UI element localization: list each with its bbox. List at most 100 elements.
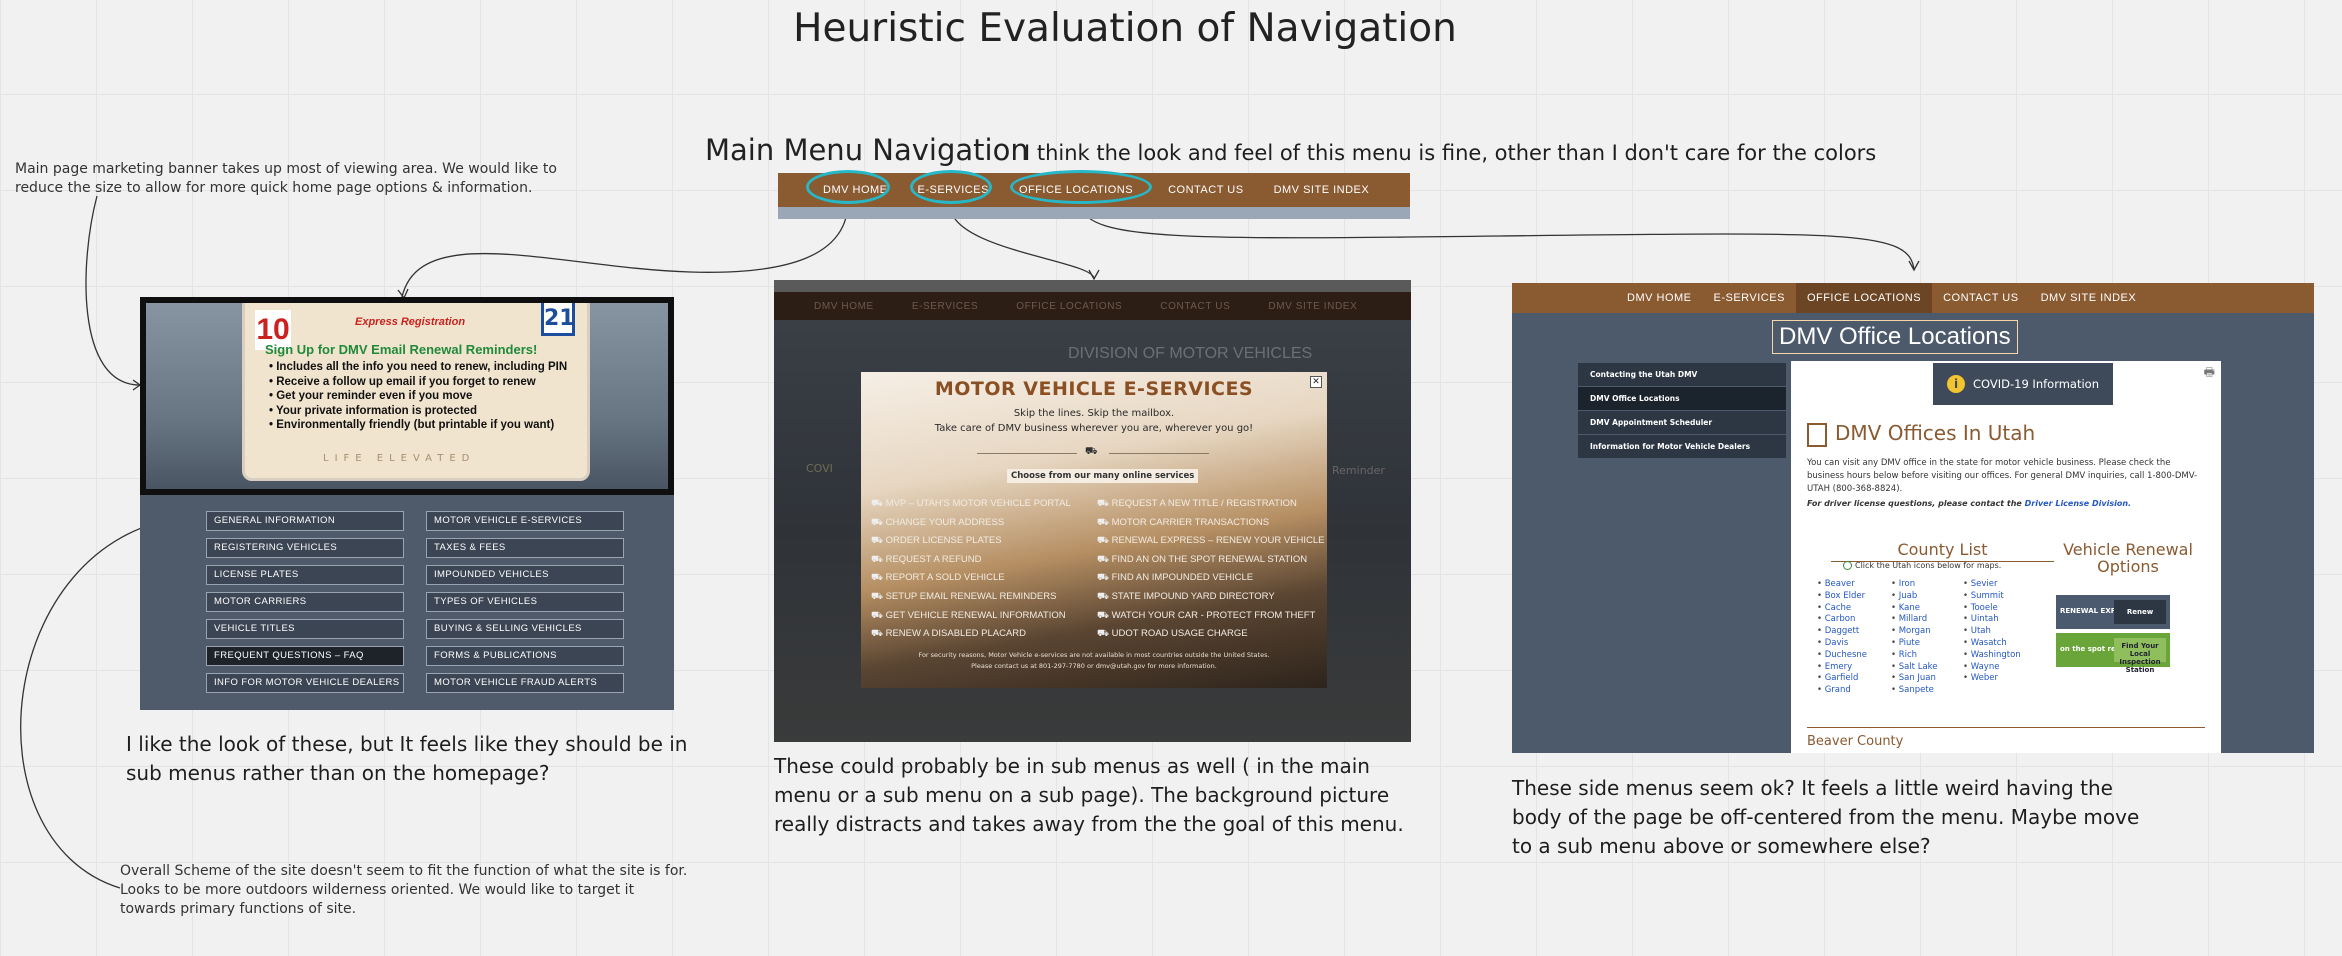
- county-link[interactable]: Morgan: [1891, 626, 1938, 638]
- btn-buying-selling[interactable]: BUYING & SELLING VEHICLES: [426, 619, 624, 639]
- county-link[interactable]: Cache: [1817, 603, 1867, 615]
- nav3-e-services[interactable]: E-SERVICES: [1703, 283, 1796, 313]
- btn-general-information[interactable]: GENERAL INFORMATION: [206, 511, 404, 531]
- modal-fine-print: For security reasons, Motor Vehicle e-se…: [861, 650, 1327, 672]
- side-menu: Contacting the Utah DMV DMV Office Locat…: [1578, 363, 1786, 459]
- btn-types-of-vehicles[interactable]: TYPES OF VEHICLES: [426, 592, 624, 612]
- office-locations-comment: These side menus seem ok? It feels a lit…: [1512, 776, 2140, 858]
- bullet: Your private information is protected: [269, 404, 567, 419]
- county-link[interactable]: Garfield: [1817, 673, 1867, 685]
- county-link[interactable]: Iron: [1891, 579, 1938, 591]
- side-item-dealers[interactable]: Information for Motor Vehicle Dealers: [1578, 435, 1786, 459]
- highlight-office-locations: [1010, 170, 1152, 204]
- nav3-site-index[interactable]: DMV SITE INDEX: [2030, 283, 2148, 313]
- county-link[interactable]: Emery: [1817, 662, 1867, 674]
- modal-sub2: Take care of DMV business wherever you a…: [934, 423, 1254, 434]
- service-link[interactable]: CHANGE YOUR ADDRESS: [871, 514, 1071, 533]
- renewal-express-banner[interactable]: RENEWAL EXPRESS Renew Online: [2056, 595, 2170, 640]
- service-link[interactable]: REQUEST A REFUND: [871, 551, 1071, 570]
- county-link[interactable]: Piute: [1891, 638, 1938, 650]
- service-link[interactable]: REQUEST A NEW TITLE / REGISTRATION: [1097, 495, 1325, 514]
- service-link[interactable]: FIND AN ON THE SPOT RENEWAL STATION: [1097, 551, 1325, 570]
- fine-line-1: For security reasons, Motor Vehicle e-se…: [918, 651, 1270, 659]
- renew-online-button[interactable]: Renew Online: [2114, 600, 2166, 640]
- county-link[interactable]: Box Elder: [1817, 591, 1867, 603]
- county-link[interactable]: Rich: [1891, 650, 1938, 662]
- signup-bullets: Includes all the info you need to renew,…: [269, 360, 567, 433]
- btn-faq[interactable]: FREQUENT QUESTIONS – FAQ: [206, 646, 404, 666]
- service-link[interactable]: REPORT A SOLD VEHICLE: [871, 569, 1071, 588]
- service-link[interactable]: FIND AN IMPOUNDED VEHICLE: [1097, 569, 1325, 588]
- btn-vehicle-titles[interactable]: VEHICLE TITLES: [206, 619, 404, 639]
- on-the-spot-banner[interactable]: on the spot renewal Find Your Local Insp…: [2056, 633, 2170, 674]
- service-link[interactable]: MOTOR CARRIER TRANSACTIONS: [1097, 514, 1325, 533]
- driver-license-link[interactable]: Driver License Division.: [2025, 499, 2131, 508]
- nav-dmv-site-index[interactable]: DMV SITE INDEX: [1259, 184, 1385, 196]
- btn-dealer-info[interactable]: INFO FOR MOTOR VEHICLE DEALERS: [206, 673, 404, 693]
- bg-nav-item: E-SERVICES: [911, 300, 979, 312]
- county-link[interactable]: Washington: [1963, 650, 2021, 662]
- btn-forms-publications[interactable]: FORMS & PUBLICATIONS: [426, 646, 624, 666]
- info-icon: i: [1947, 375, 1965, 393]
- modal-subtitle: Skip the lines. Skip the mailbox. Take c…: [861, 406, 1327, 436]
- county-link[interactable]: Tooele: [1963, 603, 2021, 615]
- covid-info-tab[interactable]: i COVID-19 Information: [1933, 363, 2113, 405]
- county-link[interactable]: Uintah: [1963, 614, 2021, 626]
- services-list-right: REQUEST A NEW TITLE / REGISTRATION MOTOR…: [1097, 495, 1325, 644]
- service-link[interactable]: RENEWAL EXPRESS – RENEW YOUR VEHICLE: [1097, 532, 1325, 551]
- btn-registering-vehicles[interactable]: REGISTERING VEHICLES: [206, 538, 404, 558]
- county-link[interactable]: Juab: [1891, 591, 1938, 603]
- county-link[interactable]: Duchesne: [1817, 650, 1867, 662]
- btn-impounded-vehicles[interactable]: IMPOUNDED VEHICLES: [426, 565, 624, 585]
- county-link[interactable]: Utah: [1963, 626, 2021, 638]
- btn-motor-carriers[interactable]: MOTOR CARRIERS: [206, 592, 404, 612]
- bullet: Receive a follow up email if you forget …: [269, 375, 567, 390]
- service-link[interactable]: STATE IMPOUND YARD DIRECTORY: [1097, 588, 1325, 607]
- county-link[interactable]: Wasatch: [1963, 638, 2021, 650]
- side-item-appointment[interactable]: DMV Appointment Scheduler: [1578, 411, 1786, 435]
- print-icon[interactable]: 🖶: [2204, 363, 2215, 384]
- service-link[interactable]: UDOT ROAD USAGE CHARGE: [1097, 625, 1325, 644]
- nav3-dmv-home[interactable]: DMV HOME: [1616, 283, 1703, 313]
- renewal-options-heading: Vehicle Renewal Options: [2063, 540, 2193, 576]
- county-link[interactable]: Daggett: [1817, 626, 1867, 638]
- nav3-office-locations[interactable]: OFFICE LOCATIONS: [1795, 283, 1933, 313]
- county-link[interactable]: Grand: [1817, 685, 1867, 697]
- bg-nav-item: DMV HOME: [814, 300, 874, 312]
- county-link[interactable]: Salt Lake: [1891, 662, 1938, 674]
- county-link[interactable]: Beaver: [1817, 579, 1867, 591]
- county-link[interactable]: Carbon: [1817, 614, 1867, 626]
- license-question: For driver license questions, please con…: [1807, 499, 2131, 508]
- county-link[interactable]: Millard: [1891, 614, 1938, 626]
- county-link[interactable]: San Juan: [1891, 673, 1938, 685]
- side-item-contacting[interactable]: Contacting the Utah DMV: [1578, 363, 1786, 387]
- service-link[interactable]: GET VEHICLE RENEWAL INFORMATION: [871, 607, 1071, 626]
- service-link[interactable]: MVP – UTAH'S MOTOR VEHICLE PORTAL: [871, 495, 1071, 514]
- service-link[interactable]: SETUP EMAIL RENEWAL REMINDERS: [871, 588, 1071, 607]
- nav3-contact-us[interactable]: CONTACT US: [1932, 283, 2030, 313]
- bg-nav-item: OFFICE LOCATIONS: [1016, 300, 1123, 312]
- plate-sticker-right: 21: [541, 303, 575, 336]
- signup-heading: Sign Up for DMV Email Renewal Reminders!: [265, 342, 538, 357]
- county-link[interactable]: Sevier: [1963, 579, 2021, 591]
- nav-contact-us[interactable]: CONTACT US: [1148, 184, 1259, 196]
- side-item-office-locations[interactable]: DMV Office Locations: [1578, 387, 1786, 411]
- county-link[interactable]: Summit: [1963, 591, 2021, 603]
- service-link[interactable]: ORDER LICENSE PLATES: [871, 532, 1071, 551]
- county-link[interactable]: Wayne: [1963, 662, 2021, 674]
- bullet: Environmentally friendly (but printable …: [269, 418, 567, 433]
- modal-title: MOTOR VEHICLE E-SERVICES: [934, 378, 1254, 400]
- btn-taxes-fees[interactable]: TAXES & FEES: [426, 538, 624, 558]
- btn-motor-vehicle-e-services[interactable]: MOTOR VEHICLE E-SERVICES: [426, 511, 624, 531]
- service-link[interactable]: RENEW A DISABLED PLACARD: [871, 625, 1071, 644]
- btn-license-plates[interactable]: LICENSE PLATES: [206, 565, 404, 585]
- choose-services-label: Choose from our many online services: [1007, 469, 1199, 483]
- find-station-button[interactable]: Find Your Local Inspection Station: [2114, 638, 2166, 674]
- marketing-banner[interactable]: 10 21 Express Registration Sign Up for D…: [140, 297, 674, 495]
- county-link[interactable]: Sanpete: [1891, 685, 1938, 697]
- county-link[interactable]: Weber: [1963, 673, 2021, 685]
- btn-fraud-alerts[interactable]: MOTOR VEHICLE FRAUD ALERTS: [426, 673, 624, 693]
- county-link[interactable]: Kane: [1891, 603, 1938, 615]
- county-link[interactable]: Davis: [1817, 638, 1867, 650]
- service-link[interactable]: WATCH YOUR CAR - PROTECT FROM THEFT: [1097, 607, 1325, 626]
